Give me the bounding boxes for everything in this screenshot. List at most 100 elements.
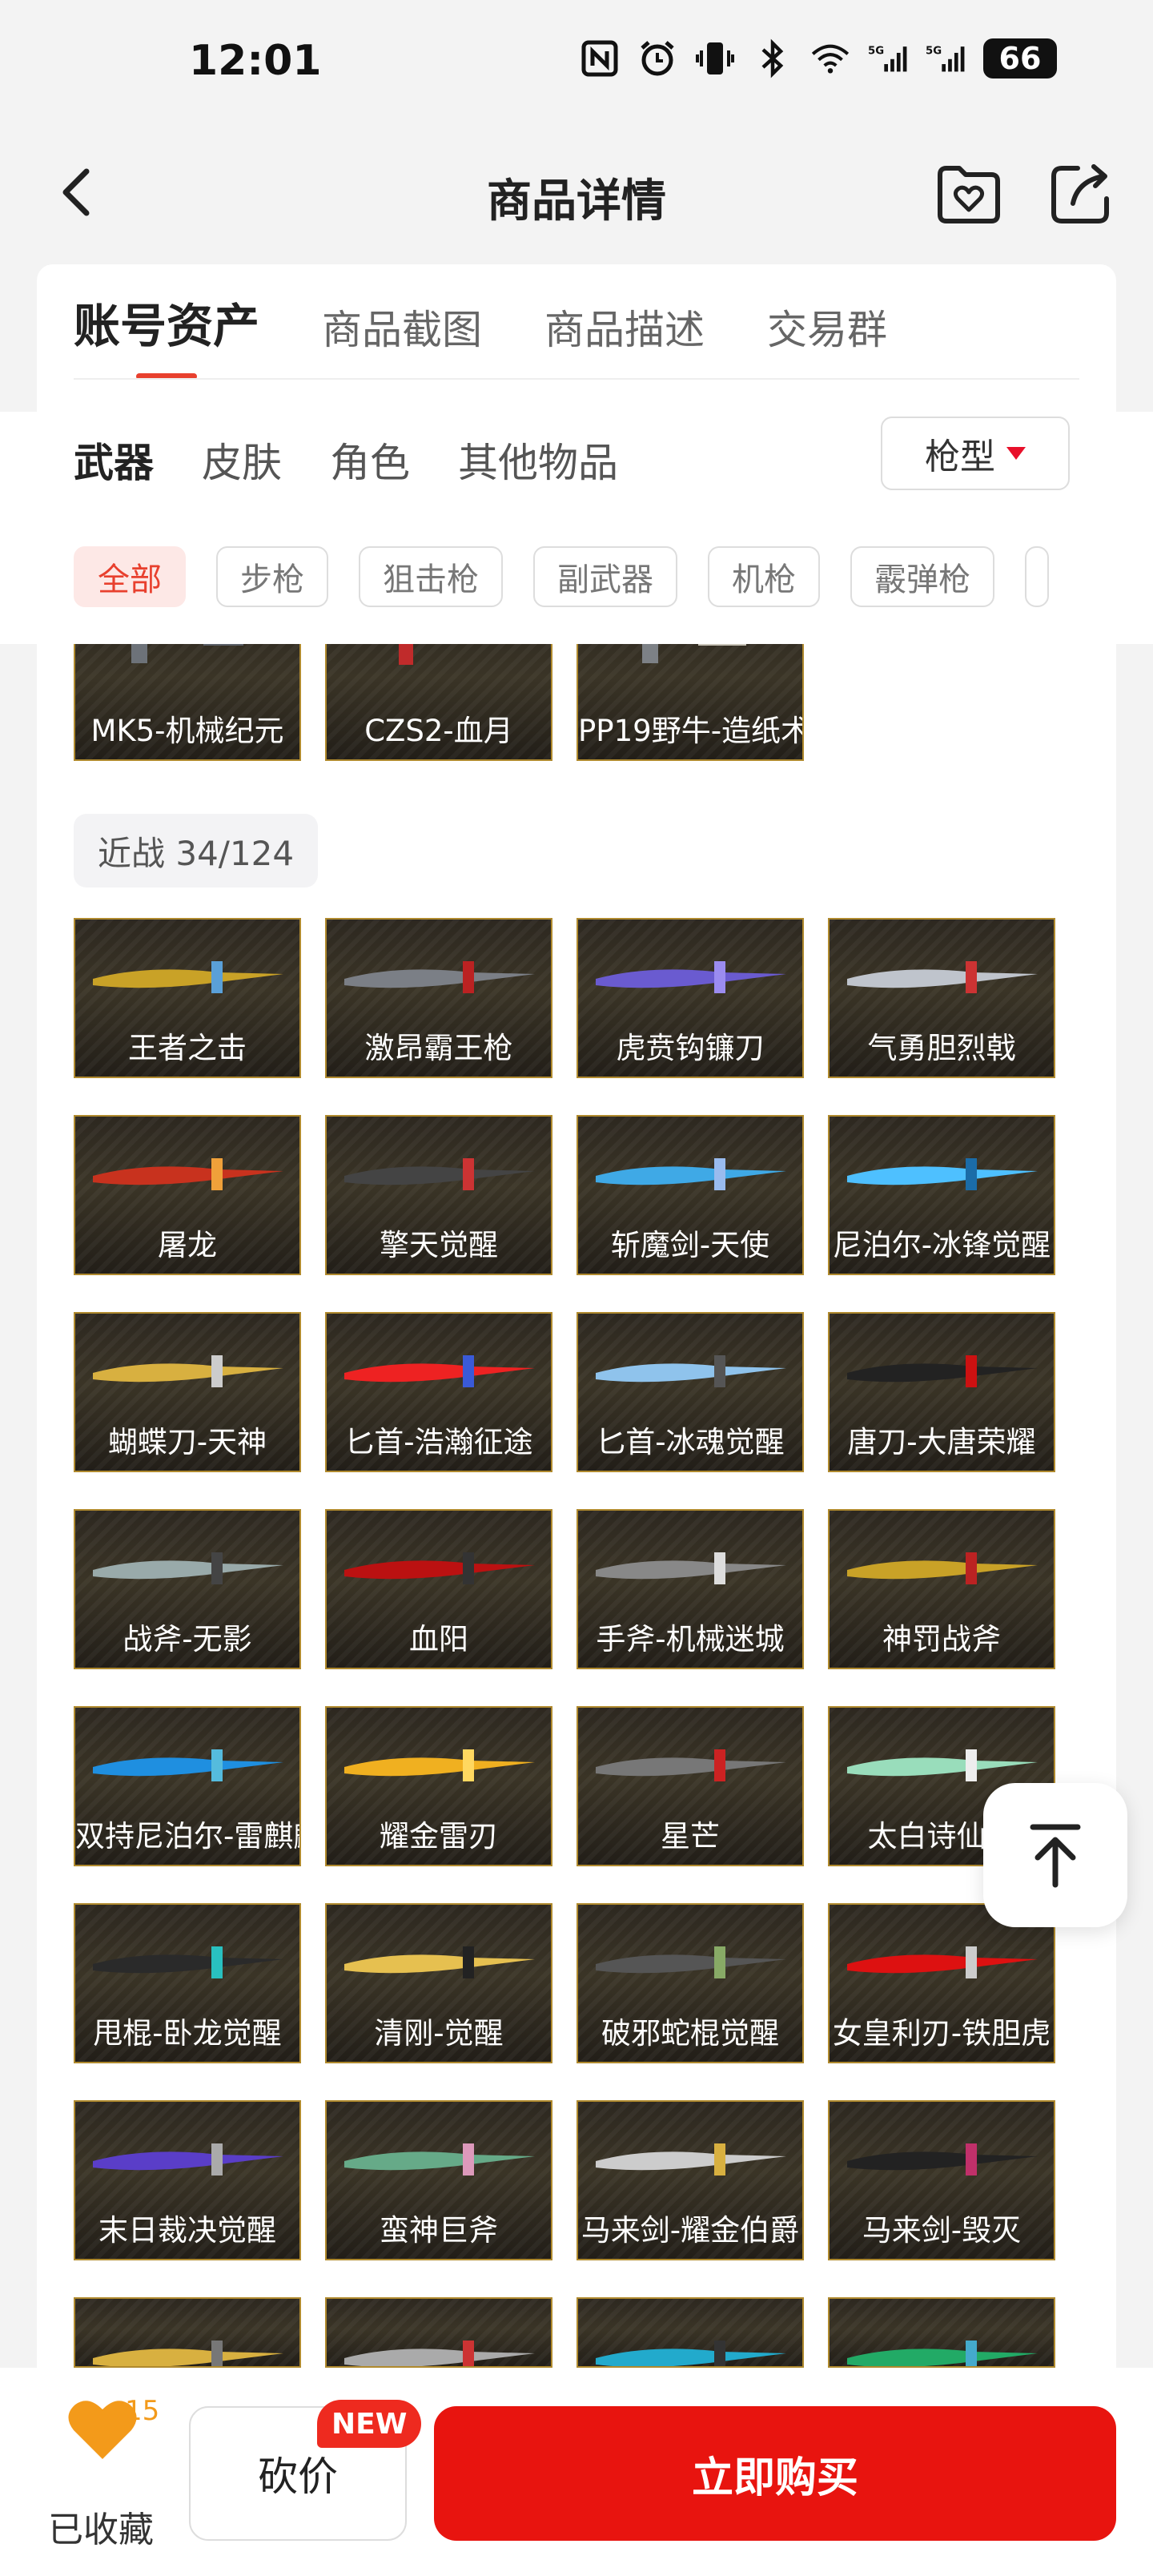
weapon-card[interactable]: 匕首-浩瀚征途 (325, 1312, 552, 1472)
weapon-icon (847, 1552, 1038, 1584)
weapon-card[interactable]: 斩魔剑-天使 (576, 1115, 804, 1275)
weapon-name: 清刚-觉醒 (374, 2016, 504, 2051)
nav-bar: 商品详情 (0, 128, 1153, 264)
favorite-button[interactable]: 15 已收藏 (48, 2395, 160, 2555)
weapon-card[interactable] (325, 2297, 552, 2368)
weapon-icon (344, 1355, 535, 1387)
filter-all[interactable]: 全部 (74, 546, 186, 607)
filter-secondary[interactable]: 副武器 (533, 546, 677, 607)
weapon-card[interactable]: 破邪蛇棍觉醒 (576, 1903, 804, 2063)
heart-folder-icon (938, 166, 1000, 223)
gun-type-dropdown[interactable]: 枪型 (881, 417, 1070, 490)
alarm-icon (637, 38, 677, 78)
category-tabs: 武器 皮肤 角色 其他物品 (74, 431, 618, 489)
weapon-card[interactable]: 屠龙 (74, 1115, 301, 1275)
weapon-card[interactable]: 清刚-觉醒 (325, 1903, 552, 2063)
favorite-folder-button[interactable] (934, 159, 1004, 229)
weapon-card[interactable]: 激昂霸王枪 (325, 918, 552, 1078)
back-button[interactable] (48, 160, 112, 224)
weapon-name: 战斧-无影 (123, 1622, 252, 1656)
weapon-name: 破邪蛇棍觉醒 (601, 2016, 779, 2051)
weapon-icon (344, 2341, 535, 2366)
weapon-icon (93, 2143, 283, 2176)
back-to-top-button[interactable] (983, 1783, 1127, 1927)
battery-indicator: 66 (983, 38, 1057, 78)
signal-5g-icon-2: 5G (926, 38, 966, 78)
weapon-card[interactable]: 尼泊尔-冰锋觉醒 (828, 1115, 1055, 1275)
weapon-icon (596, 1946, 786, 1978)
weapon-card[interactable]: 双持尼泊尔-雷麒麟 (74, 1706, 301, 1866)
weapon-card[interactable]: 甩棍-卧龙觉醒 (74, 1903, 301, 2063)
weapon-card[interactable] (576, 2297, 804, 2368)
filter-sniper[interactable]: 狙击枪 (359, 546, 503, 607)
weapon-icon (93, 1355, 283, 1387)
filter-chips: 全部 步枪 狙击枪 副武器 机枪 霰弹枪 (74, 546, 1049, 607)
weapon-name: 神罚战斧 (882, 1622, 1001, 1656)
weapon-card[interactable]: 匕首-冰魂觉醒 (576, 1312, 804, 1472)
weapon-icon (93, 1749, 283, 1781)
weapon-card[interactable] (828, 2297, 1055, 2368)
weapon-card[interactable]: 王者之击 (74, 918, 301, 1078)
weapon-icon (847, 2143, 1038, 2176)
weapon-icon (93, 961, 283, 993)
tab-trade-group[interactable]: 交易群 (767, 298, 887, 380)
weapon-name: 虎贲钩镰刀 (616, 1031, 765, 1065)
filter-shotgun[interactable]: 霰弹枪 (850, 546, 994, 607)
weapon-name: 尼泊尔-冰锋觉醒 (832, 1228, 1051, 1262)
buy-now-button[interactable]: 立即购买 (434, 2406, 1116, 2541)
weapon-icon (344, 1749, 535, 1781)
category-weapons[interactable]: 武器 (74, 431, 154, 489)
category-characters[interactable]: 角色 (330, 431, 410, 489)
weapon-name: 气勇胆烈戟 (867, 1031, 1016, 1065)
weapon-card[interactable]: 神罚战斧 (828, 1509, 1055, 1669)
weapon-card[interactable]: 蝴蝶刀-天神 (74, 1312, 301, 1472)
weapon-card[interactable]: 虎贲钩镰刀 (576, 918, 804, 1078)
weapon-name: 双持尼泊尔-雷麒麟 (75, 1819, 299, 1854)
weapon-name: 末日裁决觉醒 (98, 2213, 276, 2248)
status-icons: 5G 5G 66 (580, 38, 1057, 78)
svg-text:5G: 5G (868, 46, 884, 58)
weapon-name: PP19野牛-造纸术 (578, 714, 802, 748)
weapon-icon (847, 1158, 1038, 1190)
weapon-card[interactable]: 末日裁决觉醒 (74, 2100, 301, 2260)
weapon-card[interactable]: 战斧-无影 (74, 1509, 301, 1669)
dropdown-arrow-icon (1006, 447, 1026, 460)
tab-account-assets[interactable]: 账号资产 (74, 288, 259, 380)
weapon-card[interactable]: 马来剑-耀金伯爵 (576, 2100, 804, 2260)
weapon-icon (596, 1552, 786, 1584)
share-button[interactable] (1046, 159, 1116, 229)
weapon-icon (93, 2341, 283, 2366)
weapon-card[interactable]: 马来剑-毁灭 (828, 2100, 1055, 2260)
weapon-card[interactable] (74, 2297, 301, 2368)
weapon-name: CZS2-血月 (364, 714, 513, 748)
filter-more[interactable] (1025, 546, 1049, 607)
weapon-card[interactable]: 星芒 (576, 1706, 804, 1866)
weapon-card[interactable]: 擎天觉醒 (325, 1115, 552, 1275)
weapon-name: MK5-机械纪元 (90, 714, 284, 748)
nfc-icon (580, 38, 620, 78)
weapon-icon (596, 1749, 786, 1781)
weapon-name: 屠龙 (158, 1228, 217, 1262)
weapon-card[interactable]: 耀金雷刃 (325, 1706, 552, 1866)
weapon-name: 马来剑-耀金伯爵 (581, 2213, 800, 2248)
weapon-card[interactable]: 血阳 (325, 1509, 552, 1669)
weapon-card[interactable]: 手斧-机械迷城 (576, 1509, 804, 1669)
weapon-name: 蝴蝶刀-天神 (107, 1425, 267, 1459)
weapon-card[interactable]: 女皇利刃-铁胆虎 (828, 1903, 1055, 2063)
category-skins[interactable]: 皮肤 (202, 431, 282, 489)
filter-rifle[interactable]: 步枪 (216, 546, 328, 607)
weapon-card[interactable]: 气勇胆烈戟 (828, 918, 1055, 1078)
weapon-icon (93, 1552, 283, 1584)
tab-screenshots[interactable]: 商品截图 (322, 298, 482, 380)
weapon-icon (596, 961, 786, 993)
weapon-card[interactable]: 蛮神巨斧 (325, 2100, 552, 2260)
weapon-name: 王者之击 (128, 1031, 247, 1065)
weapon-card[interactable]: 唐刀-大唐荣耀 (828, 1312, 1055, 1472)
weapon-icon (847, 2341, 1038, 2366)
weapon-icon (93, 1158, 283, 1190)
category-other[interactable]: 其他物品 (458, 431, 618, 489)
filter-machine-gun[interactable]: 机枪 (708, 546, 820, 607)
wifi-icon (810, 38, 850, 78)
weapon-name: 血阳 (409, 1622, 468, 1656)
tab-description[interactable]: 商品描述 (544, 298, 705, 380)
